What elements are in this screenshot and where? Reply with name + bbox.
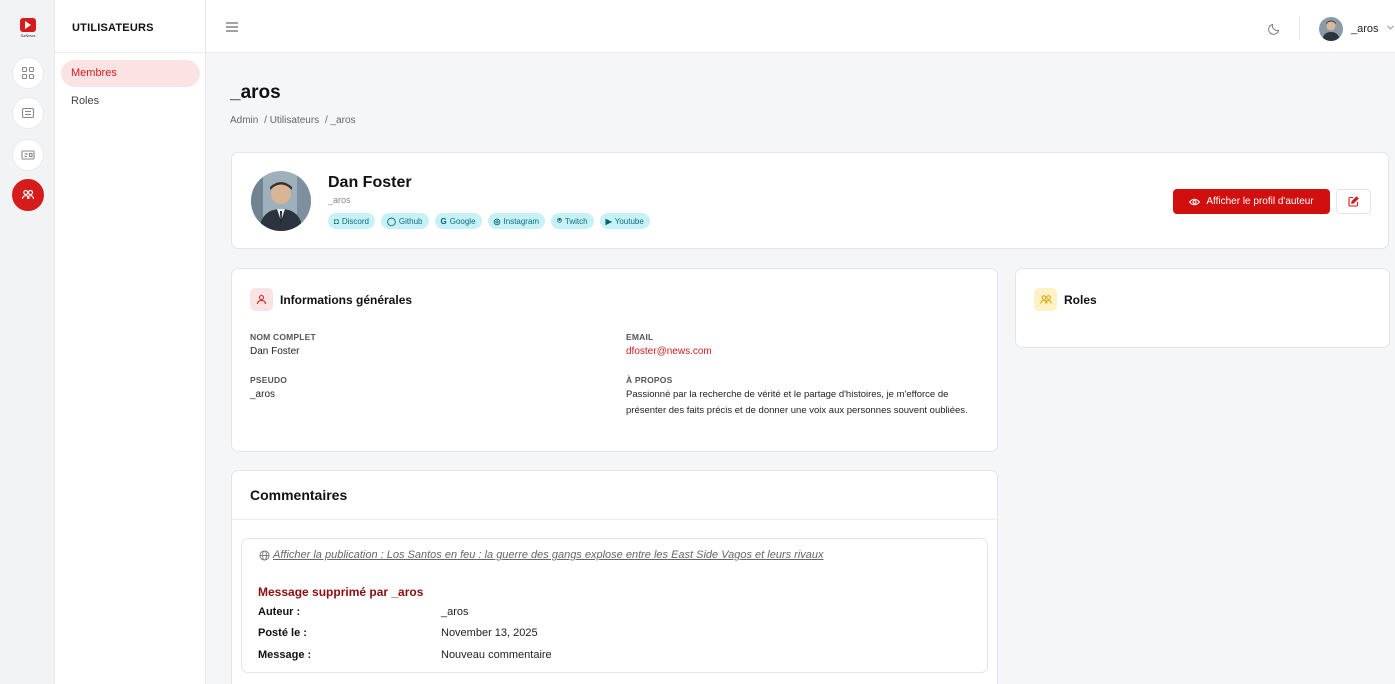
social-chip-twitch[interactable]: ⍟ Twitch (551, 213, 594, 229)
users-icon (21, 189, 35, 200)
fullname-label: NOM COMPLET (250, 332, 316, 342)
logo-mark (20, 18, 36, 32)
comment-item: Afficher la publication : Los Santos en … (241, 538, 988, 673)
card-title: Roles (1064, 293, 1097, 307)
comments-card: Commentaires Afficher la publication : L… (231, 470, 998, 684)
hamburger-icon[interactable] (226, 22, 238, 32)
edit-icon (1348, 196, 1359, 207)
id-card-icon (21, 150, 35, 160)
author-value: _aros (441, 606, 469, 618)
view-author-profile-button[interactable]: Afficher le profil d'auteur (1173, 189, 1330, 214)
globe-icon (259, 549, 270, 561)
breadcrumb-admin[interactable]: Admin (230, 115, 258, 126)
rail-articles-button[interactable] (12, 97, 44, 129)
social-label: Instagram (503, 216, 540, 226)
user-icon (250, 288, 273, 311)
google-icon: G (440, 216, 447, 226)
breadcrumb-utilisateurs[interactable]: / Utilisateurs (264, 115, 319, 126)
rail-users-button[interactable] (12, 179, 44, 211)
chevron-down-icon[interactable] (1387, 25, 1394, 30)
email-label: EMAIL (626, 332, 654, 342)
logo-text: SaNews (20, 33, 36, 38)
profile-name: Dan Foster (328, 174, 412, 191)
grid-icon (21, 66, 35, 80)
author-label: Auteur : (258, 606, 301, 618)
divider (232, 519, 997, 520)
rail-dashboard-button[interactable] (12, 57, 44, 89)
instagram-icon: ◎ (493, 216, 501, 226)
pseudo-label: PSEUDO (250, 375, 288, 385)
moon-icon[interactable] (1268, 21, 1282, 35)
about-value: Passionné par la recherche de vérité et … (626, 389, 968, 416)
edit-button[interactable] (1336, 189, 1371, 214)
social-links: ◘ Discord ◯ Github G Google ◎ Instagram ⍟ Twi… (328, 213, 650, 229)
user-name[interactable]: _aros (1351, 23, 1379, 35)
social-label: Youtube (614, 216, 644, 226)
twitch-icon: ⍟ (557, 216, 562, 225)
posted-label: Posté le : (258, 627, 307, 639)
github-icon: ◯ (386, 216, 396, 226)
roles-card: Roles (1015, 268, 1390, 348)
breadcrumb-current: / _aros (324, 115, 356, 126)
social-chip-instagram[interactable]: ◎ Instagram (487, 213, 546, 229)
top-bar: _aros (206, 0, 1395, 53)
icon-rail: SaNews (0, 0, 55, 684)
page-title: _aros (230, 82, 281, 103)
sidebar-item-membres[interactable]: Membres (61, 60, 200, 87)
youtube-icon: ▶ (605, 216, 612, 226)
divider (55, 52, 206, 53)
pseudo-value: _aros (250, 389, 276, 400)
comments-title: Commentaires (250, 487, 348, 503)
breadcrumb: Admin / Utilisateurs / _aros (230, 115, 359, 126)
article-icon (21, 107, 35, 119)
users-icon (1034, 288, 1057, 311)
fullname-value: Dan Foster (250, 346, 300, 357)
social-label: Google (449, 216, 476, 226)
message-label: Message : (258, 649, 312, 661)
profile-avatar (251, 171, 311, 231)
rail-media-button[interactable] (12, 139, 44, 171)
social-chip-discord[interactable]: ◘ Discord (328, 213, 375, 229)
general-info-card: Informations générales NOM COMPLET Dan F… (231, 268, 998, 452)
message-value: Nouveau commentaire (441, 649, 552, 661)
profile-handle: _aros (328, 195, 351, 205)
card-title: Informations générales (280, 293, 413, 307)
publication-link[interactable]: Afficher la publication : Los Santos en … (259, 549, 824, 561)
view-author-profile-label: Afficher le profil d'auteur (1206, 196, 1314, 207)
discord-icon: ◘ (334, 216, 339, 226)
social-label: Twitch (564, 216, 588, 226)
posted-value: November 13, 2025 (441, 627, 538, 639)
social-chip-github[interactable]: ◯ Github (380, 213, 429, 229)
sidebar-item-roles[interactable]: Roles (61, 88, 200, 115)
deleted-notice: Message supprimé par _aros (258, 585, 424, 599)
eye-icon (1189, 198, 1201, 205)
publication-link-text: Afficher la publication : Los Santos en … (273, 549, 824, 561)
app-logo[interactable]: SaNews (18, 18, 38, 40)
profile-card: Dan Foster _aros ◘ Discord ◯ Github G Googl… (231, 152, 1389, 249)
sidebar-section-title: UTILISATEURS (72, 22, 154, 34)
about-label: À PROPOS (626, 375, 673, 385)
social-chip-google[interactable]: G Google (434, 213, 482, 229)
user-avatar[interactable] (1319, 17, 1343, 41)
social-label: Discord (341, 216, 369, 226)
divider (1299, 17, 1300, 39)
social-chip-youtube[interactable]: ▶ Youtube (599, 213, 650, 229)
social-label: Github (398, 216, 423, 226)
email-value[interactable]: dfoster@news.com (626, 344, 712, 360)
sub-sidebar: UTILISATEURS Membres Roles (55, 0, 206, 684)
